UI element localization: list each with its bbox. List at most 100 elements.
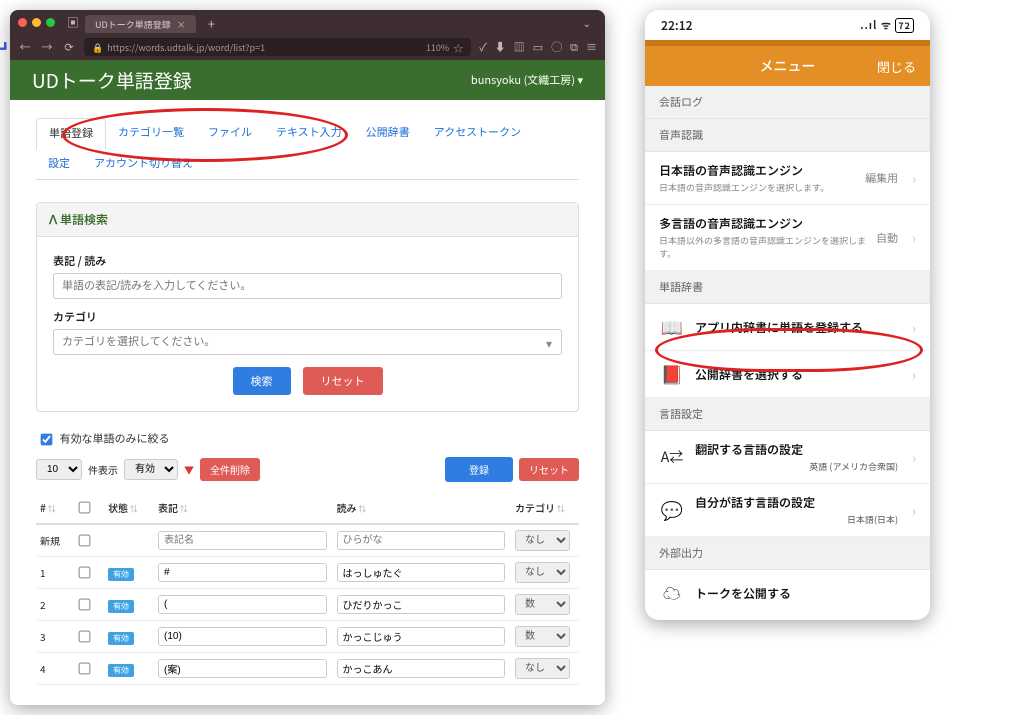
tab-switch-account[interactable]: アカウント切り替え	[82, 149, 205, 179]
reading-input[interactable]	[337, 659, 506, 678]
row-asr-jp[interactable]: 日本語の音声認識エンジン 日本語の音声認識エンジンを選択します。 編集用 ›	[645, 152, 930, 205]
perpage-label: 件表示	[88, 462, 118, 477]
tabs-dropdown-icon[interactable]: ⌄	[577, 15, 597, 30]
chevron-right-icon: ›	[912, 228, 916, 247]
section-log[interactable]: 会話ログ	[645, 86, 930, 119]
extensions-icon[interactable]: ⧉	[570, 39, 578, 55]
tab-file[interactable]: ファイル	[196, 118, 264, 149]
row-checkbox[interactable]	[79, 567, 91, 579]
search-card-header[interactable]: ᐱ 単語検索	[37, 203, 578, 237]
bookmark-star-icon[interactable]: ☆	[453, 40, 463, 55]
section-asr: 音声認識	[645, 119, 930, 152]
notation-input[interactable]	[158, 563, 327, 582]
new-tab-button[interactable]: +	[202, 14, 221, 33]
close-icon[interactable]	[18, 18, 27, 27]
search-button[interactable]: 検索	[233, 367, 291, 395]
filter-valid-checkbox[interactable]	[41, 434, 53, 446]
zoom-level[interactable]: 110%	[426, 41, 449, 54]
row-output-publish[interactable]: ☁ トークを公開する	[645, 570, 930, 616]
reader-icon[interactable]: ▭	[533, 39, 543, 55]
validity-select[interactable]: 有効	[124, 459, 178, 480]
category-select[interactable]: 数	[515, 594, 570, 615]
notation-input[interactable]	[158, 659, 327, 678]
reading-input[interactable]	[337, 627, 506, 646]
chevron-down-icon: ▼	[184, 462, 194, 477]
new-category-select[interactable]: なし	[515, 530, 570, 551]
tab-settings[interactable]: 設定	[36, 149, 82, 179]
tab-word-register[interactable]: 単語登録	[36, 118, 106, 150]
label-category: カテゴリ	[53, 309, 562, 325]
menu-icon[interactable]: ≡	[586, 39, 597, 55]
book-open-icon: 📖	[659, 314, 685, 340]
category-select[interactable]: なし	[515, 658, 570, 679]
new-reading-input[interactable]	[337, 531, 506, 550]
tab-categories[interactable]: カテゴリ一覧	[106, 118, 196, 149]
chevron-right-icon: ›	[912, 501, 916, 520]
account-icon[interactable]: ◯	[551, 39, 562, 55]
col-reading[interactable]: 読み	[333, 492, 512, 524]
register-button[interactable]: 登録	[445, 457, 513, 482]
reset-table-button[interactable]: リセット	[519, 458, 579, 481]
select-all-checkbox[interactable]	[79, 502, 91, 514]
user-menu[interactable]: bunsyoku (文織工房) ▾	[471, 72, 583, 88]
sidebar-toggle-icon[interactable]: ▣	[67, 14, 79, 31]
back-icon[interactable]: ←	[18, 39, 32, 55]
reading-input[interactable]	[337, 563, 506, 582]
status-badge: 有効	[108, 632, 134, 645]
tab-access-token[interactable]: アクセストークン	[422, 118, 533, 149]
row-asr-multi[interactable]: 多言語の音声認識エンジン 日本語以外の多言語の音声認識エンジンを選択します。 自…	[645, 205, 930, 271]
notation-input[interactable]	[158, 595, 327, 614]
forward-icon[interactable]: →	[40, 39, 54, 55]
search-category-select[interactable]	[53, 329, 562, 355]
row-checkbox[interactable]	[79, 599, 91, 611]
reset-search-button[interactable]: リセット	[303, 367, 383, 395]
col-state[interactable]: 状態	[104, 492, 154, 524]
url-input[interactable]: 🔒 https://words.udtalk.jp/word/list?p=1 …	[84, 38, 471, 56]
table-row: 2 有効 数	[36, 589, 579, 621]
reload-icon[interactable]: ⟳	[62, 39, 76, 55]
table-row: 4 有効 なし	[36, 653, 579, 685]
delete-all-button[interactable]: 全件削除	[200, 458, 260, 481]
row-lang-translate[interactable]: A⇄ 翻訳する言語の設定 英語 (アメリカ合衆国) ›	[645, 431, 930, 484]
row-dict-register[interactable]: 📖 アプリ内辞書に単語を登録する ›	[645, 304, 930, 351]
pocket-icon[interactable]: ✓	[479, 39, 487, 55]
reading-input[interactable]	[337, 595, 506, 614]
translate-icon: A⇄	[659, 447, 685, 467]
minimize-icon[interactable]	[32, 18, 41, 27]
chevron-down-icon: ▾	[546, 335, 552, 352]
app-bar: メニュー 閉じる	[645, 46, 930, 86]
library-icon[interactable]: ▥	[514, 39, 525, 55]
row-lang-speak[interactable]: 💬 自分が話す言語の設定 日本語(日本) ›	[645, 484, 930, 537]
close-button[interactable]: 閉じる	[877, 57, 916, 76]
row-checkbox[interactable]	[79, 663, 91, 675]
page-title: UDトーク単語登録	[32, 67, 192, 94]
tab-text-input[interactable]: テキスト入力	[264, 118, 354, 149]
filter-valid-row[interactable]: 有効な単語のみに絞る	[36, 430, 579, 449]
new-notation-input[interactable]	[158, 531, 327, 550]
row-checkbox[interactable]	[79, 631, 91, 643]
row-dict-select[interactable]: 📕 公開辞書を選択する ›	[645, 351, 930, 398]
tab-public-dict[interactable]: 公開辞書	[354, 118, 422, 149]
cloud-icon: ☁	[659, 580, 685, 606]
browser-tab[interactable]: UDトーク単語登録 ×	[85, 15, 196, 33]
category-select[interactable]: 数	[515, 626, 570, 647]
row-checkbox[interactable]	[79, 535, 91, 547]
category-select[interactable]: なし	[515, 562, 570, 583]
search-notation-input[interactable]	[53, 273, 562, 299]
chevron-right-icon: ›	[912, 365, 916, 384]
download-icon[interactable]: ⬇	[495, 39, 506, 55]
close-tab-icon[interactable]: ×	[177, 18, 186, 31]
window-controls[interactable]	[18, 18, 55, 27]
notation-input[interactable]	[158, 627, 327, 646]
table-row: 新規 なし	[36, 524, 579, 557]
section-lang: 言語設定	[645, 398, 930, 431]
row-new-label: 新規	[36, 524, 70, 557]
table-row: 3 有効 数	[36, 621, 579, 653]
col-notation[interactable]: 表記	[154, 492, 333, 524]
col-category[interactable]: カテゴリ	[511, 492, 579, 524]
maximize-icon[interactable]	[46, 18, 55, 27]
col-index[interactable]: #	[36, 492, 70, 524]
wifi-icon: ᯤ	[881, 17, 892, 33]
perpage-select[interactable]: 10	[36, 459, 82, 480]
lock-icon: 🔒	[92, 41, 103, 54]
